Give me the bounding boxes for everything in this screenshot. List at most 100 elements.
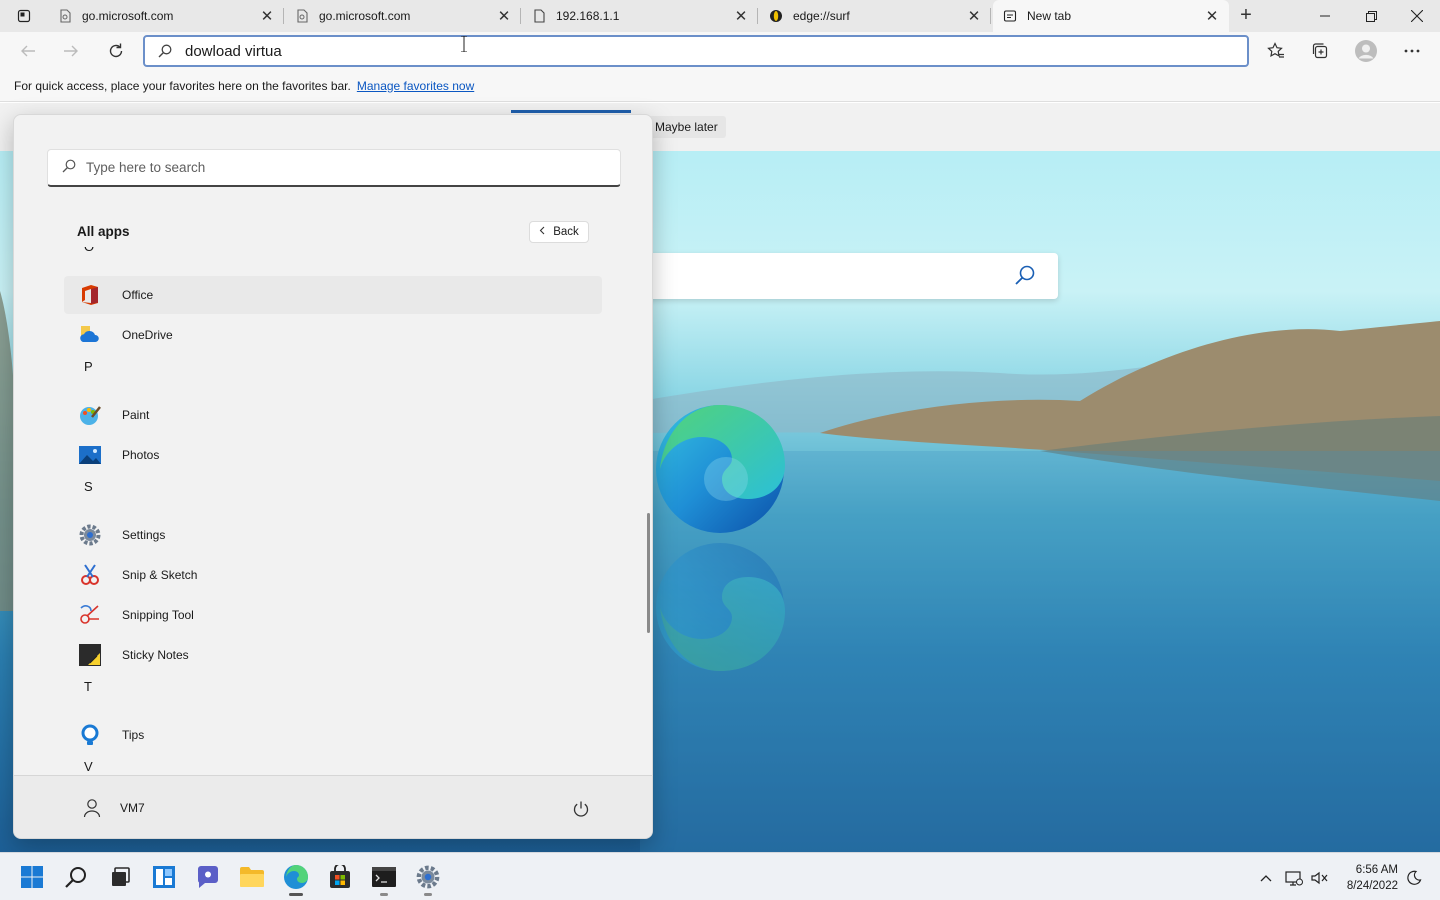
widgets-button[interactable] [148, 861, 180, 893]
scrollbar-thumb[interactable] [647, 513, 650, 633]
arrow-right-icon [64, 45, 78, 57]
back-button[interactable] [14, 37, 42, 65]
user-name: VM7 [120, 801, 145, 815]
document-icon [532, 9, 546, 23]
app-photos[interactable]: Photos [64, 436, 602, 474]
app-label: Sticky Notes [122, 648, 189, 662]
terminal-button[interactable] [368, 861, 400, 896]
page-icon [58, 9, 72, 23]
search-button[interactable] [60, 861, 92, 893]
close-icon[interactable]: ✕ [497, 8, 511, 25]
tab-title: go.microsoft.com [82, 9, 174, 23]
web-search-box[interactable] [640, 253, 1058, 299]
edge-icon [284, 865, 308, 889]
surf-icon [769, 9, 783, 23]
minimize-button[interactable] [1302, 0, 1348, 32]
app-settings[interactable]: Settings [64, 516, 602, 554]
chat-button[interactable] [192, 861, 224, 893]
snip-sketch-icon [76, 561, 104, 589]
section-letter-t[interactable]: T [84, 679, 92, 694]
profile-button[interactable] [1352, 37, 1380, 65]
back-label: Back [553, 226, 579, 238]
sticky-notes-icon [76, 641, 104, 669]
close-window-button[interactable] [1394, 0, 1440, 32]
user-account-button[interactable]: VM7 [76, 792, 145, 824]
address-bar[interactable]: dowload virtua [143, 35, 1249, 67]
file-explorer-button[interactable] [236, 861, 268, 893]
settings-taskbar-button[interactable] [412, 861, 444, 896]
network-button[interactable] [1283, 867, 1305, 889]
app-onedrive[interactable]: OneDrive [64, 316, 602, 354]
active-indicator [289, 893, 303, 896]
tab-edge-surf[interactable]: edge://surf ✕ [759, 0, 991, 32]
photos-icon [76, 441, 104, 469]
chevron-left-icon [539, 226, 545, 238]
edge-taskbar-button[interactable] [280, 861, 312, 896]
search-icon [62, 159, 76, 176]
show-hidden-icons-button[interactable] [1255, 867, 1277, 889]
taskbar: 6:56 AM 8/24/2022 [0, 852, 1440, 900]
app-tips[interactable]: Tips [64, 716, 602, 754]
tab-new-tab[interactable]: New tab ✕ [993, 0, 1229, 32]
task-view-button[interactable] [104, 861, 136, 893]
restore-button[interactable] [1348, 0, 1394, 32]
address-input[interactable]: dowload virtua [185, 43, 282, 60]
windows-logo-icon [21, 866, 43, 888]
back-button[interactable]: Back [529, 221, 589, 243]
app-paint[interactable]: Paint [64, 396, 602, 434]
refresh-icon [109, 43, 123, 58]
collections-button[interactable] [1306, 37, 1334, 65]
favorites-button[interactable] [1262, 37, 1290, 65]
gear-icon [76, 521, 104, 549]
focus-assist-icon [1407, 870, 1422, 885]
section-letter-p[interactable]: P [84, 359, 93, 374]
app-label: Settings [122, 528, 166, 542]
start-search-box[interactable]: Type here to search [47, 149, 621, 187]
start-footer: VM7 [14, 775, 652, 838]
refresh-button[interactable] [102, 37, 130, 65]
tab-go-microsoft-1[interactable]: go.microsoft.com ✕ [48, 0, 284, 32]
app-label: Tips [122, 728, 145, 742]
search-icon[interactable] [1014, 264, 1036, 289]
start-search-input[interactable]: Type here to search [86, 160, 205, 175]
app-snip-sketch[interactable]: Snip & Sketch [64, 556, 602, 594]
star-list-icon [1267, 42, 1284, 58]
app-label: Snip & Sketch [122, 568, 198, 582]
folder-icon [240, 867, 264, 887]
tab-go-microsoft-2[interactable]: go.microsoft.com ✕ [285, 0, 521, 32]
manage-favorites-link[interactable]: Manage favorites now [357, 79, 474, 93]
arrow-left-icon [21, 45, 35, 57]
section-letter-o[interactable]: O [84, 247, 94, 254]
tab-actions-button[interactable] [8, 6, 40, 26]
clock[interactable]: 6:56 AM 8/24/2022 [1336, 862, 1398, 894]
app-snipping-tool[interactable]: Snipping Tool [64, 596, 602, 634]
running-indicator [424, 893, 432, 896]
maybe-later-button[interactable]: Maybe later [647, 116, 726, 138]
task-view-icon [112, 867, 130, 886]
close-icon[interactable]: ✕ [734, 8, 748, 25]
newtab-icon [1003, 9, 1017, 23]
close-icon[interactable]: ✕ [967, 8, 981, 25]
power-button[interactable] [568, 796, 594, 822]
start-button[interactable] [16, 861, 48, 893]
chevron-up-icon [1260, 875, 1272, 882]
close-icon[interactable]: ✕ [1205, 8, 1219, 25]
close-icon[interactable]: ✕ [260, 8, 274, 25]
app-office[interactable]: Office [64, 276, 602, 314]
volume-button[interactable] [1308, 867, 1330, 889]
app-sticky-notes[interactable]: Sticky Notes [64, 636, 602, 674]
favorites-bar: For quick access, place your favorites h… [0, 70, 1440, 102]
running-indicator [380, 893, 388, 896]
gear-icon [416, 865, 440, 889]
forward-button[interactable] [57, 37, 85, 65]
new-tab-button[interactable]: + [1234, 5, 1258, 27]
network-icon [1285, 871, 1303, 886]
section-letter-s[interactable]: S [84, 479, 93, 494]
text-cursor-icon [460, 35, 467, 53]
more-menu-button[interactable] [1398, 37, 1426, 65]
tab-192-168-1-1[interactable]: 192.168.1.1 ✕ [522, 0, 758, 32]
section-letter-v[interactable]: V [84, 759, 93, 774]
promo-primary-button[interactable] [511, 110, 631, 113]
notifications-button[interactable] [1403, 867, 1425, 889]
store-button[interactable] [324, 861, 356, 893]
